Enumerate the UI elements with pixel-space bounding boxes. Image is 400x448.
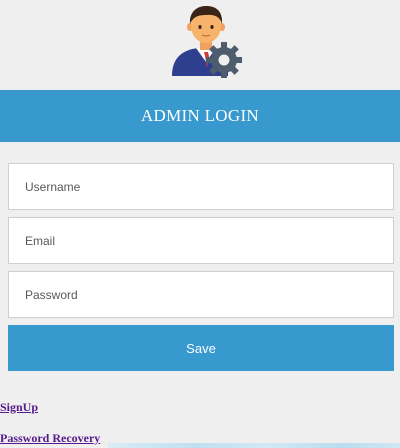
save-button[interactable]: Save [8,325,394,371]
password-recovery-link[interactable]: Password Recovery [0,431,100,446]
password-input[interactable] [8,271,394,318]
email-input[interactable] [8,217,394,264]
bottom-decoration-strip [108,443,400,448]
page-title: ADMIN LOGIN [140,106,260,125]
login-header: ADMIN LOGIN [0,90,400,142]
username-input[interactable] [8,163,394,210]
signup-link[interactable]: SignUp [0,400,38,415]
admin-avatar-icon [168,2,244,80]
